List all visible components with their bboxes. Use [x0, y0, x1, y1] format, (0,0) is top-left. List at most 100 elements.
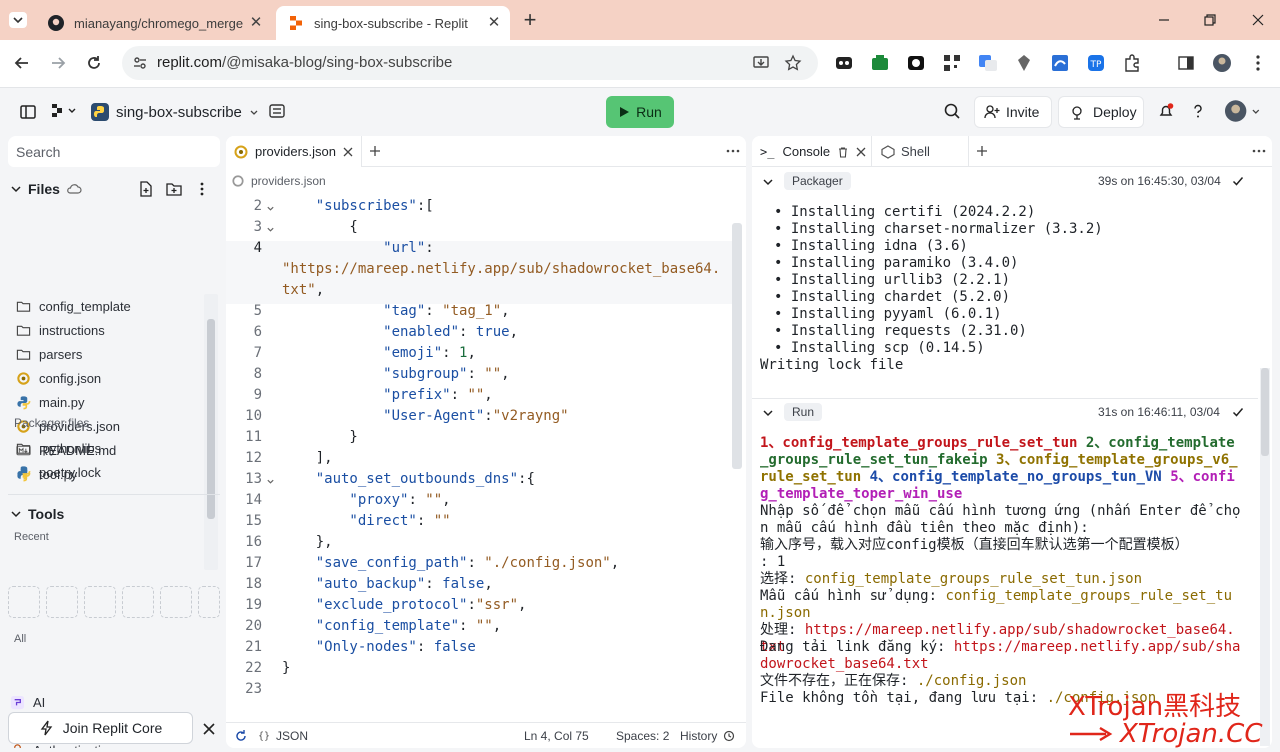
browser-toolbar: replit.com/@misaka-blog/sing-box-subscri…: [0, 40, 1280, 87]
more-options-icon[interactable]: [194, 181, 210, 197]
packager-log-line: • Installing chardet (5.2.0): [774, 289, 1011, 305]
language-selector[interactable]: {} JSON: [258, 729, 308, 743]
qr-code-icon[interactable]: [942, 53, 962, 73]
restore-icon[interactable]: [1200, 10, 1220, 30]
sidebar-toggle-icon[interactable]: [19, 103, 37, 121]
bookmark-star-icon[interactable]: [784, 54, 802, 72]
extension-icon[interactable]: TP: [1086, 53, 1106, 73]
console-tabs: >_ Console Shell: [752, 136, 1272, 167]
fold-chevron-icon[interactable]: [266, 477, 275, 486]
search-icon[interactable]: [943, 102, 961, 120]
editor-scrollbar[interactable]: [732, 223, 742, 469]
translate-icon[interactable]: [978, 53, 998, 73]
minimize-icon[interactable]: [1154, 10, 1174, 30]
trash-icon[interactable]: [837, 146, 849, 158]
run-button[interactable]: Run: [606, 96, 674, 128]
fold-chevron-icon[interactable]: [266, 225, 275, 234]
extension-icon[interactable]: [906, 53, 926, 73]
deploy-button[interactable]: Deploy: [1058, 96, 1144, 128]
close-tab-icon[interactable]: [856, 147, 866, 157]
search-input[interactable]: Search: [8, 136, 220, 167]
line-number: 9: [253, 387, 262, 403]
add-tab-icon[interactable]: [369, 145, 381, 157]
chevron-down-icon: [1252, 109, 1260, 114]
close-window-icon[interactable]: [1248, 10, 1268, 30]
fold-chevron-icon[interactable]: [266, 204, 275, 213]
repl-selector[interactable]: sing-box-subscribe: [90, 100, 260, 124]
recent-tool-slot: [122, 586, 154, 618]
close-icon[interactable]: [202, 722, 216, 736]
close-tab-icon[interactable]: [343, 147, 353, 157]
editor-status-bar: {} JSON Ln 4, Col 75 Spaces: 2 History: [226, 722, 746, 748]
close-tab-icon[interactable]: ✕: [248, 15, 264, 31]
cursor-position[interactable]: Ln 4, Col 75: [524, 729, 589, 743]
forward-icon[interactable]: [47, 52, 69, 74]
folder-icon: [16, 349, 31, 360]
history-button[interactable]: History: [680, 729, 735, 743]
help-icon[interactable]: [1189, 102, 1207, 120]
tool-item[interactable]: AI: [10, 691, 45, 713]
bullet-icon: •: [774, 289, 791, 305]
replit-workspace: sing-box-subscribe Run Invite Deploy Sea…: [0, 87, 1280, 752]
browser-tab-replit[interactable]: sing-box-subscribe - Replit ✕: [276, 6, 510, 40]
packager-file-item[interactable]: .pythonlibs: [16, 437, 101, 459]
sync-icon[interactable]: [234, 729, 248, 743]
console-scrollbar[interactable]: [1260, 368, 1270, 746]
file-name: main.py: [39, 394, 85, 410]
notifications-bell-icon[interactable]: [1157, 102, 1175, 120]
files-header[interactable]: Files: [8, 177, 221, 201]
console-output[interactable]: Packager 39s on 16:45:30, 03/04 • Instal…: [752, 168, 1258, 748]
invite-button[interactable]: Invite: [974, 96, 1052, 128]
extension-icon[interactable]: [870, 53, 890, 73]
history-log-icon[interactable]: [268, 102, 286, 120]
install-app-icon[interactable]: [752, 54, 770, 72]
indent-setting[interactable]: Spaces: 2: [616, 729, 669, 743]
file-tree-scrollbar[interactable]: [204, 294, 218, 570]
file-tree-item[interactable]: main.py: [16, 391, 85, 413]
back-icon[interactable]: [11, 52, 33, 74]
packager-file-item[interactable]: poetry.lock: [16, 461, 101, 483]
site-info-icon[interactable]: [132, 55, 148, 71]
browser-tab-github[interactable]: mianayang/chromego_merge ✕: [36, 6, 272, 40]
file-tree-item[interactable]: instructions: [16, 319, 105, 341]
line-number: 13: [245, 471, 262, 487]
pane-menu-icon[interactable]: [726, 145, 740, 157]
file-tree-item[interactable]: config.json: [16, 367, 101, 389]
new-file-icon[interactable]: [138, 181, 154, 197]
new-folder-icon[interactable]: [166, 181, 182, 197]
side-panel-icon[interactable]: [1176, 53, 1196, 73]
prompt-vietnamese: Nhập số để chọn mẫu cấu hình tương ứng (…: [760, 503, 1241, 536]
account-menu[interactable]: [1224, 99, 1262, 123]
add-tab-icon[interactable]: [976, 145, 988, 157]
extension-icon[interactable]: [1014, 53, 1034, 73]
extensions-puzzle-icon[interactable]: [1122, 53, 1142, 73]
extension-icon[interactable]: [1050, 53, 1070, 73]
breadcrumb[interactable]: providers.json: [232, 174, 326, 188]
join-replit-core-button[interactable]: Join Replit Core: [8, 712, 193, 744]
file-tree-item[interactable]: parsers: [16, 343, 82, 365]
profile-avatar-icon[interactable]: [1212, 53, 1232, 73]
packager-section-header[interactable]: Packager 39s on 16:45:30, 03/04: [752, 168, 1258, 194]
run-section-header[interactable]: Run 31s on 16:46:11, 03/04: [752, 399, 1258, 425]
address-bar[interactable]: replit.com/@misaka-blog/sing-box-subscri…: [122, 46, 818, 80]
file-tree-item[interactable]: config_template: [16, 295, 131, 317]
tab-providers-json[interactable]: providers.json: [226, 136, 362, 167]
reload-icon[interactable]: [83, 52, 105, 74]
extension-icon[interactable]: [834, 53, 854, 73]
bullet-icon: •: [774, 221, 791, 237]
close-tab-icon[interactable]: ✕: [486, 15, 502, 31]
tab-console[interactable]: >_ Console: [752, 136, 872, 167]
tab-shell[interactable]: Shell: [873, 136, 969, 167]
replit-menu-icon[interactable]: [50, 102, 78, 120]
url-text: replit.com/@misaka-blog/sing-box-subscri…: [157, 54, 453, 71]
tab-search-icon[interactable]: [8, 10, 28, 30]
tools-header[interactable]: Tools: [8, 502, 221, 526]
browser-menu-icon[interactable]: [1248, 53, 1268, 73]
recent-tool-slot: [8, 586, 40, 618]
loading-line: Đang tải link đăng ký: https://mareep.ne…: [760, 639, 1241, 672]
pane-menu-icon[interactable]: [1252, 145, 1266, 157]
new-tab-button[interactable]: +: [519, 9, 541, 31]
file-name: instructions: [39, 322, 105, 338]
packager-log-line: • Installing charset-normalizer (3.3.2): [774, 221, 1103, 237]
checkmark-icon: [1232, 408, 1244, 417]
